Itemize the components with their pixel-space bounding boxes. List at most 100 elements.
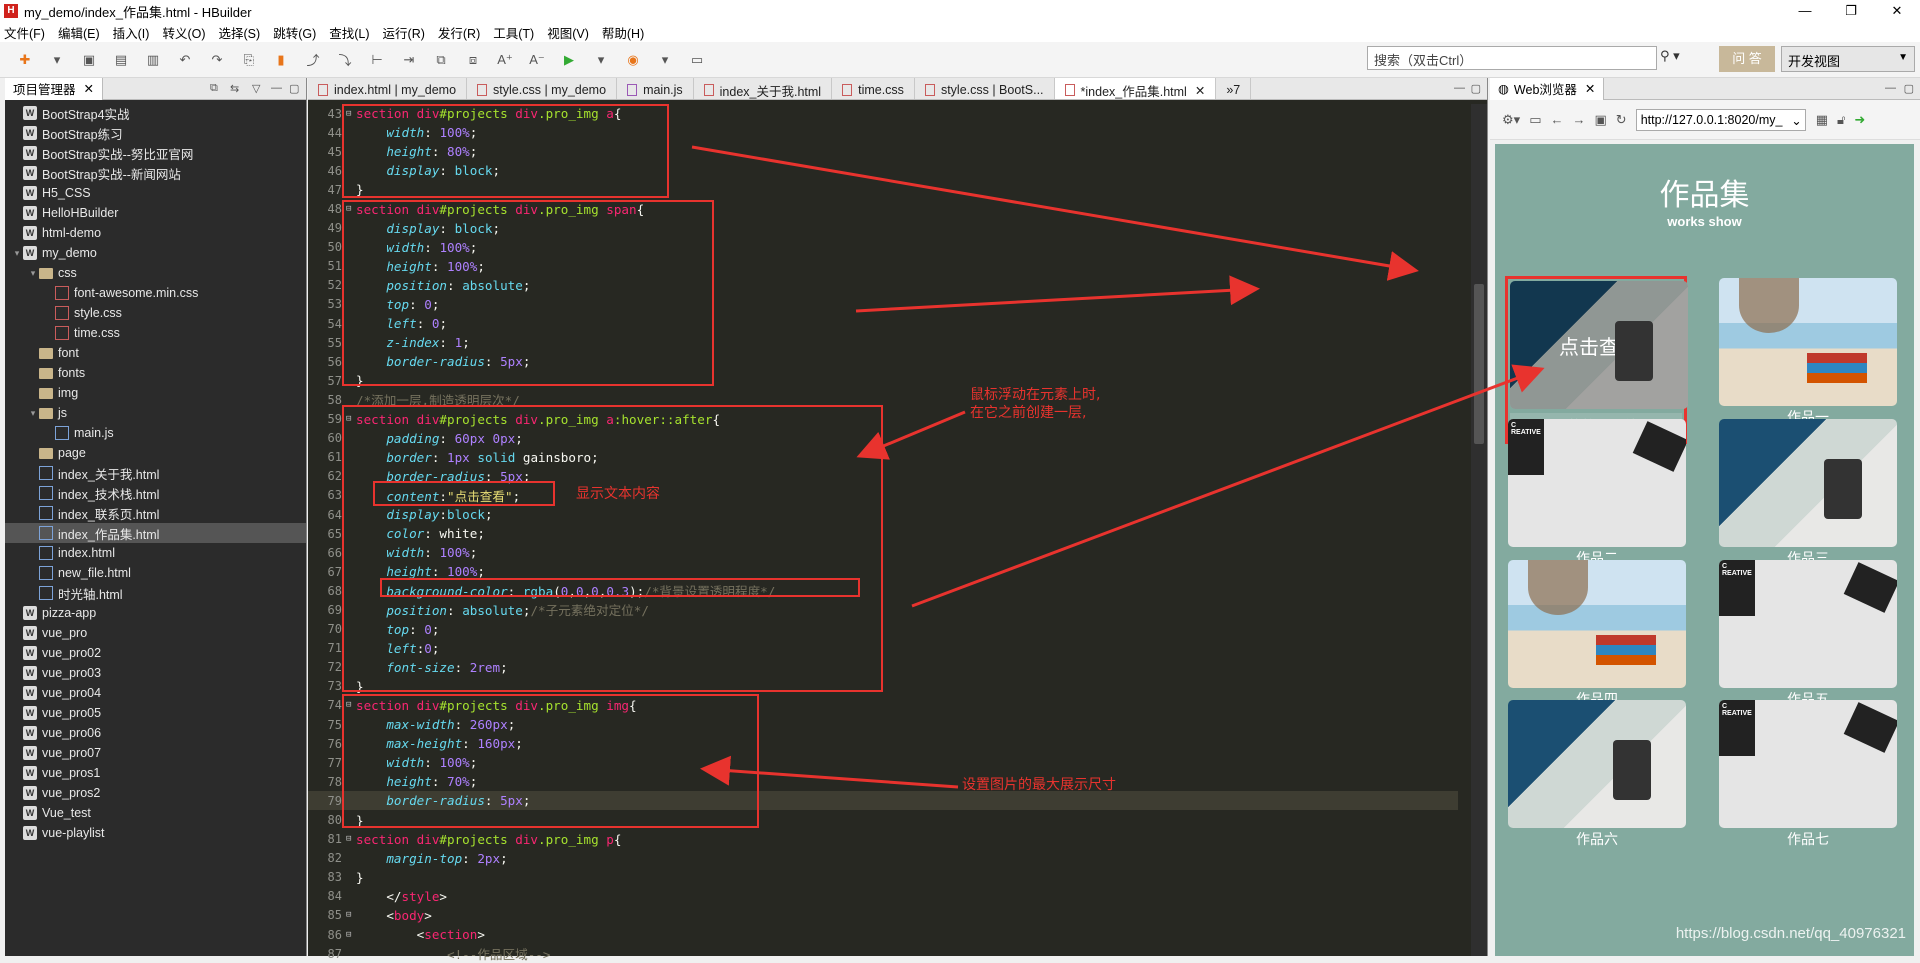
view-menu-icon[interactable]: ▽ xyxy=(252,82,260,95)
tree-item[interactable]: Wvue_pro04 xyxy=(5,683,306,703)
close-icon[interactable]: ✕ xyxy=(84,81,94,96)
tree-item[interactable]: new_file.html xyxy=(5,563,306,583)
minimize-panel-icon[interactable]: — xyxy=(1885,82,1896,94)
fold-toggle-icon[interactable]: ⊟ xyxy=(346,700,356,710)
tree-item[interactable]: Wvue_pro xyxy=(5,623,306,643)
stop-icon[interactable]: ▣ xyxy=(1594,112,1606,128)
menu-item[interactable]: 编辑(E) xyxy=(58,23,100,42)
outline-icon[interactable]: ⊢ xyxy=(368,51,386,69)
new-file-icon[interactable]: ✚ xyxy=(16,51,34,69)
tree-item[interactable]: index_作品集.html xyxy=(5,523,306,543)
link-editor-icon[interactable]: ⇆ xyxy=(230,82,239,95)
editor-tab[interactable]: index.html | my_demo xyxy=(308,78,468,99)
tree-item[interactable]: Wvue-playlist xyxy=(5,823,306,843)
ask-button[interactable]: 问 答 xyxy=(1719,46,1775,72)
tree-item[interactable]: W HelloHBuilder xyxy=(5,203,306,223)
browser-dropdown-icon[interactable]: ▾ xyxy=(656,51,674,69)
qrcode-icon[interactable]: ▦ xyxy=(1816,112,1828,128)
browser-icon[interactable]: ◉ xyxy=(624,51,642,69)
tree-item[interactable]: Wvue_pros1 xyxy=(5,763,306,783)
chevron-down-icon[interactable]: ⌄ xyxy=(1791,113,1801,128)
forward-icon[interactable]: → xyxy=(1572,112,1585,127)
tree-item[interactable]: ▾ css xyxy=(5,263,306,283)
jump-next-icon[interactable]: ⤵ xyxy=(336,51,354,69)
project-card[interactable]: 作品三 xyxy=(1719,419,1897,568)
editor-tab[interactable]: »7 xyxy=(1216,78,1252,99)
project-card[interactable]: 作品五 xyxy=(1719,560,1897,709)
save-icon[interactable]: ▣ xyxy=(80,51,98,69)
url-input[interactable]: http://127.0.0.1:8020/my_ ⌄ xyxy=(1635,108,1806,131)
expand-toggle-icon[interactable]: ▾ xyxy=(11,248,23,259)
font-increase-icon[interactable]: A⁺ xyxy=(496,51,514,69)
tree-item[interactable]: 时光轴.html xyxy=(5,583,306,603)
minimize-editor-icon[interactable]: — xyxy=(1454,82,1465,94)
menu-item[interactable]: 帮助(H) xyxy=(602,23,644,42)
menu-item[interactable]: 文件(F) xyxy=(4,23,45,42)
tree-item[interactable]: W BootStrap实战--努比亚官网 xyxy=(5,143,306,163)
goto-icon[interactable]: ⇥ xyxy=(400,51,418,69)
fold-toggle-icon[interactable]: ⊟ xyxy=(346,204,356,214)
run-dropdown-icon[interactable]: ▾ xyxy=(592,51,610,69)
menu-item[interactable]: 工具(T) xyxy=(493,23,534,42)
tree-item[interactable]: W H5_CSS xyxy=(5,183,306,203)
menu-item[interactable]: 跳转(G) xyxy=(273,23,316,42)
tree-item[interactable]: W BootStrap练习 xyxy=(5,123,306,143)
expand-toggle-icon[interactable]: ▾ xyxy=(27,268,39,279)
project-card[interactable]: 作品二 xyxy=(1508,419,1686,568)
tree-item[interactable]: index_技术栈.html xyxy=(5,483,306,503)
tree-item[interactable]: ▾ Wmy_demo xyxy=(5,243,306,263)
comment-icon[interactable]: ⧉ xyxy=(432,51,450,69)
fold-toggle-icon[interactable]: ⊟ xyxy=(346,930,356,940)
go-arrow-icon[interactable]: ➜ xyxy=(1854,112,1865,128)
tree-item[interactable]: fonts xyxy=(5,363,306,383)
menu-item[interactable]: 转义(O) xyxy=(162,23,205,42)
maximize-icon[interactable]: ❐ xyxy=(1828,0,1874,22)
tree-item[interactable]: time.css xyxy=(5,323,306,343)
tree-item[interactable]: index.html xyxy=(5,543,306,563)
bookmark-icon[interactable]: ▮ xyxy=(272,51,290,69)
collapse-all-icon[interactable]: ⧉ xyxy=(210,82,218,95)
close-icon[interactable]: ✕ xyxy=(1585,81,1595,96)
menu-item[interactable]: 发行(R) xyxy=(438,23,480,42)
back-icon[interactable]: ← xyxy=(1550,112,1563,127)
editor-tab[interactable]: style.css | BootS... xyxy=(915,78,1055,99)
tree-item[interactable]: Wvue_pro07 xyxy=(5,743,306,763)
tree-item[interactable]: W Vue_test xyxy=(5,803,306,823)
tree-item[interactable]: Wvue_pro06 xyxy=(5,723,306,743)
editor-tab[interactable]: *index_作品集.html ✕ xyxy=(1054,78,1217,99)
jump-icon[interactable]: ⤴ xyxy=(304,51,322,69)
settings-gear-icon[interactable]: ⚙▾ xyxy=(1502,112,1520,128)
tree-item[interactable]: index_联系页.html xyxy=(5,503,306,523)
tree-item[interactable]: Wvue_pros2 xyxy=(5,783,306,803)
tree-item[interactable]: Wvue_pro03 xyxy=(5,663,306,683)
font-decrease-icon[interactable]: A⁻ xyxy=(528,51,546,69)
tab-web-browser[interactable]: ◍ Web浏览器 ✕ xyxy=(1490,77,1605,100)
menu-item[interactable]: 插入(I) xyxy=(113,23,150,42)
maximize-editor-icon[interactable]: ▢ xyxy=(1471,82,1481,95)
menu-item[interactable]: 运行(R) xyxy=(383,23,425,42)
editor-tab[interactable]: style.css | my_demo xyxy=(467,78,618,99)
maximize-panel-icon[interactable]: ▢ xyxy=(1904,82,1914,95)
close-icon[interactable]: ✕ xyxy=(1195,83,1205,98)
tree-item[interactable]: Whtml-demo xyxy=(5,223,306,243)
redo-icon[interactable]: ↷ xyxy=(208,51,226,69)
tree-item[interactable]: Wvue_pro02 xyxy=(5,643,306,663)
tab-project-manager[interactable]: 项目管理器 ✕ xyxy=(5,77,103,100)
print-icon[interactable]: ▥ xyxy=(144,51,162,69)
project-card[interactable]: 作品一 xyxy=(1719,278,1897,427)
project-card[interactable]: 作品六 xyxy=(1508,700,1686,849)
editor-scrollbar[interactable] xyxy=(1471,104,1487,956)
menu-item[interactable]: 查找(L) xyxy=(329,23,369,42)
fold-toggle-icon[interactable]: ⊟ xyxy=(346,414,356,424)
search-icon[interactable]: ⚲ ▾ xyxy=(1660,48,1694,68)
editor-tab[interactable]: index_关于我.html xyxy=(694,78,833,99)
menu-item[interactable]: 选择(S) xyxy=(219,23,261,42)
search-input[interactable]: 搜索（双击Ctrl） xyxy=(1367,46,1657,70)
code-area[interactable]: 43 ⊟ section div#projects div.pro_img a{44… xyxy=(308,104,1458,962)
refresh-icon[interactable]: ↻ xyxy=(1616,112,1627,128)
chat-icon[interactable]: ▭ xyxy=(688,51,706,69)
fold-toggle-icon[interactable]: ⊟ xyxy=(346,109,356,119)
tree-item[interactable]: img xyxy=(5,383,306,403)
tree-item[interactable]: W BootStrap实战--新闻网站 xyxy=(5,163,306,183)
tree-item[interactable]: Wvue_pro05 xyxy=(5,703,306,723)
